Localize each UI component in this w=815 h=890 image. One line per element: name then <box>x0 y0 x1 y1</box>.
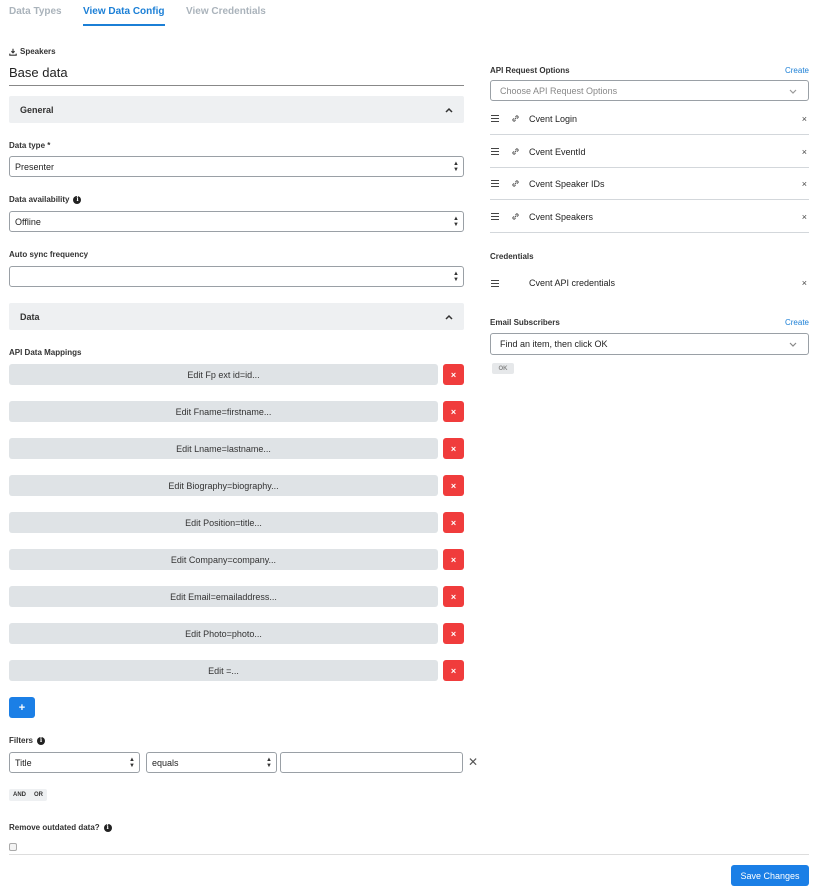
select-arrows-icon: ▲ ▼ <box>453 216 459 228</box>
api-request-item-label[interactable]: Cvent Speaker IDs <box>529 179 605 189</box>
chevron-down-icon <box>789 89 797 94</box>
api-request-options-label: API Request Options <box>490 66 570 75</box>
ok-button[interactable]: OK <box>492 363 514 374</box>
add-mapping-button[interactable]: + <box>9 697 35 718</box>
api-request-item-label[interactable]: Cvent Speakers <box>529 212 593 222</box>
mapping-edit-button[interactable]: Edit Lname=lastname... <box>9 438 438 459</box>
download-icon <box>9 48 17 56</box>
info-icon[interactable]: i <box>103 823 112 832</box>
drag-handle-icon[interactable] <box>491 180 499 187</box>
mapping-delete-button[interactable]: × <box>443 401 464 422</box>
remove-item-icon[interactable]: × <box>802 114 807 124</box>
mapping-delete-button[interactable]: × <box>443 623 464 644</box>
info-icon[interactable]: i <box>73 195 82 204</box>
link-icon <box>512 148 519 155</box>
entity-label: Speakers <box>9 47 56 56</box>
mapping-delete-button[interactable]: × <box>443 364 464 385</box>
mapping-delete-button[interactable]: × <box>443 586 464 607</box>
page-title: Base data <box>9 65 68 80</box>
info-icon[interactable]: i <box>37 736 46 745</box>
tab-view-credentials[interactable]: View Credentials <box>186 6 266 24</box>
tab-view-data-config[interactable]: View Data Config <box>83 6 165 26</box>
mapping-edit-button[interactable]: Edit Biography=biography... <box>9 475 438 496</box>
filters-label: Filters i <box>9 736 46 745</box>
mapping-edit-button[interactable]: Edit Photo=photo... <box>9 623 438 644</box>
email-subscribers-label: Email Subscribers <box>490 318 560 327</box>
link-icon <box>512 115 519 122</box>
credential-item: Cvent API credentials × <box>490 267 809 299</box>
chevron-down-icon <box>789 342 797 347</box>
and-or-toggle: AND OR <box>9 789 47 801</box>
footer-divider <box>9 854 809 855</box>
mapping-delete-button[interactable]: × <box>443 549 464 570</box>
auto-sync-label: Auto sync frequency <box>9 250 89 259</box>
and-button[interactable]: AND <box>9 789 30 801</box>
remove-filter-icon[interactable]: ✕ <box>467 755 479 769</box>
drag-handle-icon[interactable] <box>491 148 499 155</box>
data-availability-select[interactable]: Offline ▲ ▼ <box>9 211 464 232</box>
data-type-label: Data type * <box>9 141 51 150</box>
filter-value-input[interactable] <box>280 752 463 773</box>
mapping-edit-button[interactable]: Edit Fp ext id=id... <box>9 364 438 385</box>
api-request-item: Cvent EventId × <box>490 136 809 168</box>
select-arrows-icon: ▲ ▼ <box>129 757 135 769</box>
api-request-options-select[interactable]: Choose API Request Options <box>490 80 809 101</box>
credential-item-label[interactable]: Cvent API credentials <box>529 278 615 288</box>
general-section-title: General <box>20 104 54 115</box>
mapping-delete-button[interactable]: × <box>443 438 464 459</box>
remove-outdated-checkbox[interactable] <box>9 843 17 851</box>
data-availability-label: Data availability i <box>9 195 82 204</box>
remove-item-icon[interactable]: × <box>802 278 807 288</box>
select-arrows-icon: ▲ ▼ <box>453 271 459 283</box>
data-section-header[interactable]: Data <box>9 303 464 330</box>
data-section-title: Data <box>20 311 40 322</box>
credentials-label: Credentials <box>490 252 534 261</box>
title-divider <box>9 85 464 86</box>
email-subscribers-input[interactable]: Find an item, then click OK <box>490 333 809 355</box>
tab-data-types[interactable]: Data Types <box>9 6 62 24</box>
remove-item-icon[interactable]: × <box>802 147 807 157</box>
data-type-select[interactable]: Presenter ▲ ▼ <box>9 156 464 177</box>
chevron-up-icon <box>444 312 454 322</box>
drag-handle-icon[interactable] <box>491 213 499 220</box>
mapping-edit-button[interactable]: Edit Position=title... <box>9 512 438 533</box>
api-data-mappings-label: API Data Mappings <box>9 348 82 357</box>
remove-item-icon[interactable]: × <box>802 212 807 222</box>
api-request-item: Cvent Login × <box>490 103 809 135</box>
drag-handle-icon[interactable] <box>491 279 499 287</box>
api-request-item-label[interactable]: Cvent Login <box>529 114 577 124</box>
mapping-delete-button[interactable]: × <box>443 512 464 533</box>
remove-item-icon[interactable]: × <box>802 179 807 189</box>
select-arrows-icon: ▲ ▼ <box>453 161 459 173</box>
entity-name: Speakers <box>20 47 56 56</box>
drag-handle-icon[interactable] <box>491 115 499 122</box>
link-icon <box>512 180 519 187</box>
mapping-edit-button[interactable]: Edit =... <box>9 660 438 681</box>
mapping-delete-button[interactable]: × <box>443 475 464 496</box>
email-subscribers-create-link[interactable]: Create <box>785 318 809 327</box>
tab-bar: Data Types View Data Config View Credent… <box>0 0 815 26</box>
chevron-up-icon <box>444 105 454 115</box>
mapping-edit-button[interactable]: Edit Email=emailaddress... <box>9 586 438 607</box>
api-request-item: Cvent Speaker IDs × <box>490 168 809 200</box>
save-changes-button[interactable]: Save Changes <box>731 865 809 886</box>
or-button[interactable]: OR <box>30 789 47 801</box>
auto-sync-select[interactable]: ▲ ▼ <box>9 266 464 287</box>
filter-operator-select[interactable]: equals ▲ ▼ <box>146 752 277 773</box>
api-request-create-link[interactable]: Create <box>785 66 809 75</box>
link-icon <box>512 213 519 220</box>
api-request-item: Cvent Speakers × <box>490 201 809 233</box>
filter-field-select[interactable]: Title ▲ ▼ <box>9 752 140 773</box>
mapping-edit-button[interactable]: Edit Company=company... <box>9 549 438 570</box>
select-arrows-icon: ▲ ▼ <box>266 757 272 769</box>
mapping-delete-button[interactable]: × <box>443 660 464 681</box>
general-section-header[interactable]: General <box>9 96 464 123</box>
api-request-item-label[interactable]: Cvent EventId <box>529 147 586 157</box>
mapping-edit-button[interactable]: Edit Fname=firstname... <box>9 401 438 422</box>
remove-outdated-label: Remove outdated data? i <box>9 823 112 832</box>
